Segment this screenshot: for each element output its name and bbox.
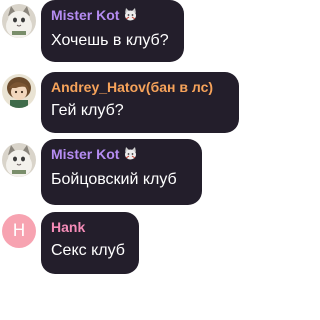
author-name[interactable]: Andrey_Hatov(бан в лс) [51, 79, 229, 96]
message-bubble[interactable]: Hank Секс клуб [41, 212, 139, 274]
avatar[interactable] [2, 143, 36, 177]
author-name[interactable]: Mister Kot [51, 7, 174, 26]
anime-cat-avatar-icon [2, 4, 36, 38]
message-bubble[interactable]: Mister Kot Бойцовский клуб [41, 139, 202, 205]
avatar[interactable] [2, 74, 36, 108]
author-name[interactable]: Mister Kot [51, 146, 192, 165]
avatar[interactable]: H [2, 214, 36, 248]
message-bubble[interactable]: Mister Kot Хочешь в клуб? [41, 0, 184, 62]
message-text: Гей клуб? [51, 102, 124, 119]
cat-emoji-icon [123, 146, 138, 165]
avatar[interactable] [2, 4, 36, 38]
author-name-text[interactable]: Mister Kot [51, 146, 119, 162]
author-name[interactable]: Hank [51, 219, 129, 236]
anime-character-avatar-icon [2, 74, 36, 108]
anime-cat-avatar-icon [2, 143, 36, 177]
author-name-text[interactable]: Mister Kot [51, 7, 119, 23]
message-text: Бойцовский клуб [51, 171, 177, 188]
message-text: Хочешь в клуб? [51, 32, 169, 49]
cat-emoji-icon [123, 7, 138, 26]
message-bubble[interactable]: Andrey_Hatov(бан в лс) Гей клуб? [41, 72, 239, 133]
message-text: Секс клуб [51, 242, 125, 259]
